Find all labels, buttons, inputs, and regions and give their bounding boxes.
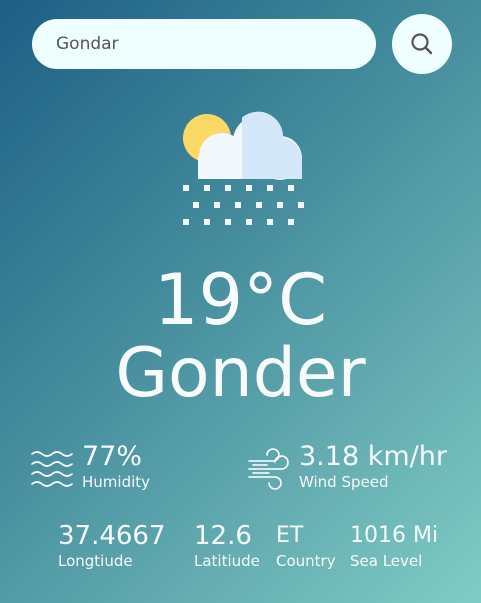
longitude-block: 37.4667 Longtiude (58, 520, 166, 570)
humidity-value: 77% (82, 441, 143, 472)
sea-level-label: Sea Level (350, 552, 423, 570)
sea-level-value: 1016 Mi (350, 523, 439, 548)
search-input[interactable] (32, 19, 376, 69)
latitude-value: 12.6 (194, 521, 252, 551)
search-button[interactable] (392, 14, 452, 74)
humidity-waves-icon (31, 451, 73, 487)
country-label: Country (276, 552, 336, 570)
longitude-value: 37.4667 (58, 521, 166, 551)
longitude-label: Longtiude (58, 552, 133, 570)
sea-level-block: 1016 Mi Sea Level (350, 520, 438, 570)
weather-card: 19°C Gonder 77% Humidity 3.18 km/hr Wind… (0, 0, 481, 603)
search-icon (411, 33, 433, 55)
humidity-block: 77% Humidity (82, 441, 150, 491)
country-value: ET (276, 523, 304, 548)
wind-icon (248, 448, 289, 490)
wind-block: 3.18 km/hr Wind Speed (299, 441, 447, 491)
temperature: 19°C (154, 259, 327, 341)
city-name: Gonder (115, 334, 366, 413)
snow-cloud-sun-icon (183, 111, 304, 225)
latitude-block: 12.6 Latitiude (194, 520, 260, 570)
latitude-label: Latitiude (194, 552, 260, 570)
country-block: ET Country (276, 520, 336, 570)
humidity-label: Humidity (82, 473, 151, 491)
wind-value: 3.18 km/hr (299, 441, 447, 472)
wind-label: Wind Speed (299, 473, 389, 491)
